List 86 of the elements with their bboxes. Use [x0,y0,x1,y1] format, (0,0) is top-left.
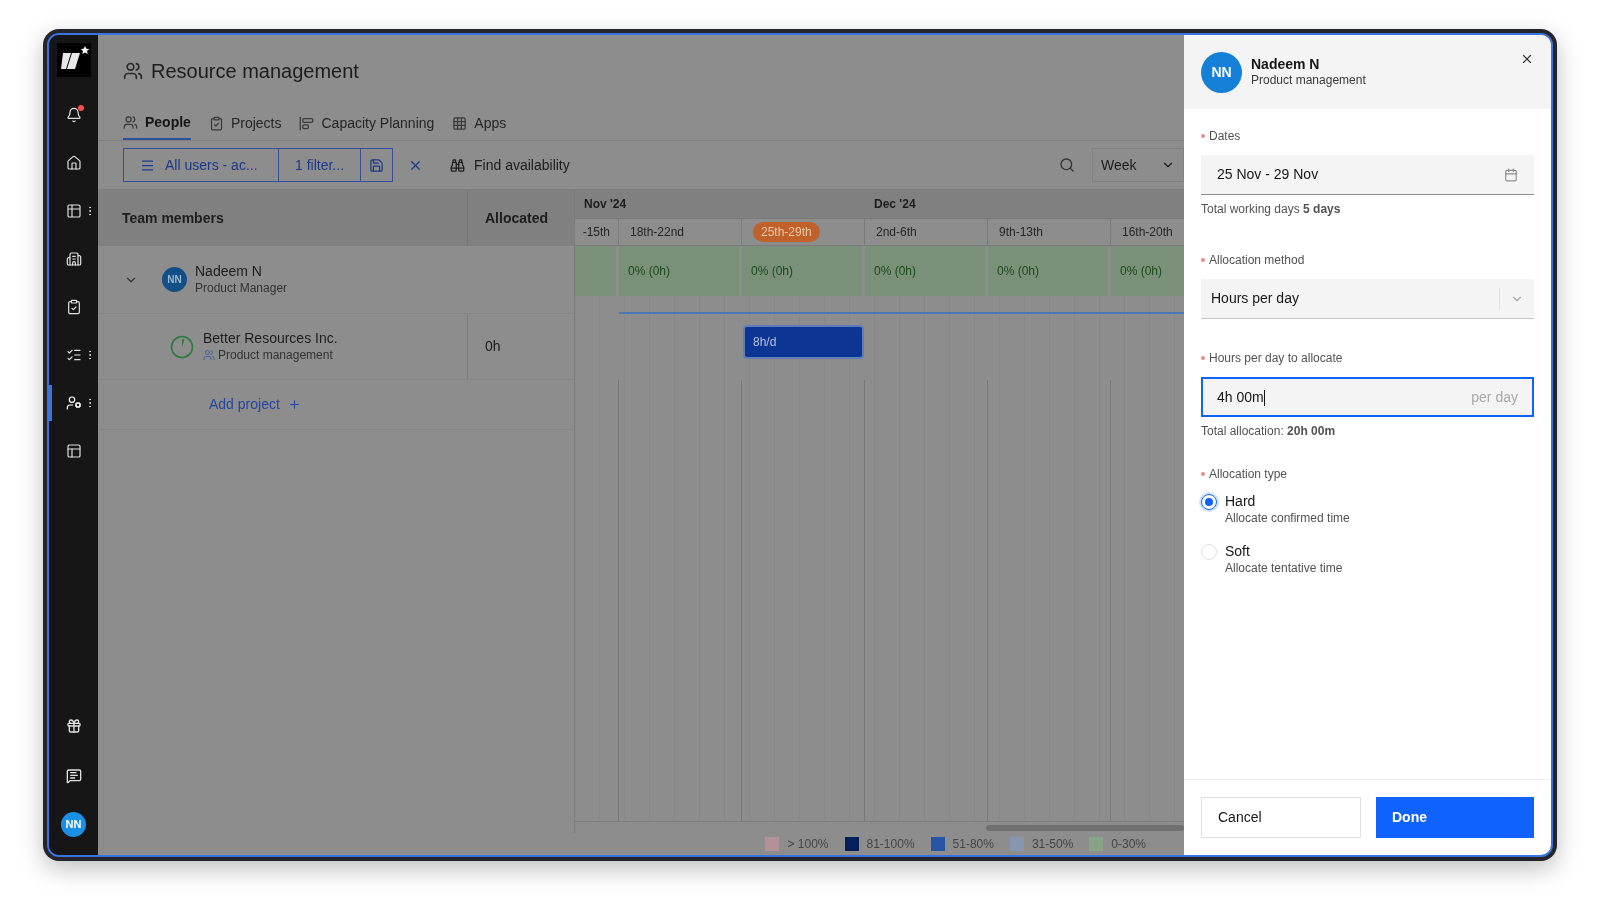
cancel-button[interactable]: Cancel [1201,797,1361,838]
project-department: Product management [218,346,333,364]
filter-button[interactable]: 1 filter... [279,149,362,181]
date-field[interactable]: 25 Nov - 29 Nov [1201,155,1534,195]
people-icon [123,115,138,130]
field-hint: Total working days 5 days [1201,201,1342,218]
load-value: 0% (0h) [751,263,794,280]
binoculars-icon [450,157,466,173]
method-select[interactable]: Hours per day [1201,279,1534,319]
user-gear-icon [65,395,82,411]
legend-label: 0-30% [1111,836,1146,853]
month-label: Dec '24 [874,196,916,213]
app-logo[interactable] [56,43,91,77]
plus-icon [287,398,301,411]
load-value: 0% (0h) [628,263,671,280]
page-title: Resource management [151,59,359,84]
view-button[interactable]: All users - ac... [124,149,279,181]
user-avatar[interactable]: NN [61,812,86,837]
people-icon [123,61,143,81]
week-label: 25th-29th [753,222,820,242]
list-icon [140,157,155,173]
load-value: 0% (0h) [1120,263,1163,280]
close-icon [1520,52,1534,66]
close-button[interactable] [1520,52,1534,66]
week-label: 2nd-6th [876,224,917,241]
user-name: Nadeem N [1251,56,1321,72]
tab[interactable]: People [123,107,191,140]
scrollbar-thumb[interactable] [986,825,1184,831]
search-button[interactable] [1059,157,1075,173]
project-name: Better Resources Inc. [203,329,338,347]
week-label: 18th-22nd [630,224,685,241]
field-label: Allocation type [1209,466,1288,483]
find-availability-button[interactable]: Find availability [450,154,570,176]
legend-label: 81-100% [866,836,915,853]
grid-icon [452,116,468,131]
legend-label: 51-80% [952,836,994,853]
legend-label: > 100% [787,836,829,853]
field-label: Dates [1209,128,1241,145]
radio-button[interactable] [1201,494,1217,510]
chat-icon [65,768,82,784]
clipboard-icon [65,299,82,315]
legend-label: 31-50% [1031,836,1074,853]
month-label: Nov '24 [584,196,627,213]
save-icon [369,157,385,173]
input-suffix: per day [1471,387,1518,407]
week-label: 9th-13th [999,224,1044,241]
building-icon [65,251,82,267]
member-avatar: NN [162,267,187,292]
home-icon [65,155,82,171]
table-icon [65,203,82,219]
done-button[interactable]: Done [1376,797,1534,838]
radio-description: Allocate confirmed time [1225,510,1350,527]
allocated-value: 0h [485,337,501,356]
layout-icon [65,443,82,459]
tab[interactable]: Projects [208,107,282,140]
hours-input[interactable]: 4h 00m per day [1201,377,1534,417]
clipboard-icon [208,116,224,131]
user-avatar: NN [1201,51,1242,93]
load-value: 0% (0h) [997,263,1040,280]
add-project-link[interactable]: Add project [209,394,301,415]
tab[interactable]: Capacity Planning [299,107,435,140]
week-label: -15th [582,224,610,241]
booking-bar[interactable]: 8h/d [743,325,864,359]
radio-description: Allocate tentative time [1225,560,1343,577]
member-role: Product Manager [195,279,288,297]
bell-icon [65,107,82,123]
calendar-icon [1504,167,1518,182]
search-icon [1059,157,1075,173]
week-label: 16th-20th [1122,224,1173,241]
checklist-icon [65,347,82,363]
column-header: Allocated [485,208,548,228]
field-label: Allocation method [1209,252,1305,269]
user-subtitle: Product management [1251,72,1366,88]
period-select[interactable]: Week [1092,148,1184,182]
team-icon [203,349,215,361]
gift-icon [65,718,82,734]
member-name: Nadeem N [195,262,263,280]
tab[interactable]: Apps [452,107,507,140]
column-header: Team members [122,208,224,228]
load-value: 0% (0h) [874,263,917,280]
radio-label: Soft [1225,543,1251,560]
field-hint: Total allocation: 20h 00m [1201,423,1337,440]
field-label: Hours per day to allocate [1209,350,1343,367]
progress-ring-icon [170,334,194,359]
radio-label: Hard [1225,493,1257,510]
chart-icon [299,116,315,131]
